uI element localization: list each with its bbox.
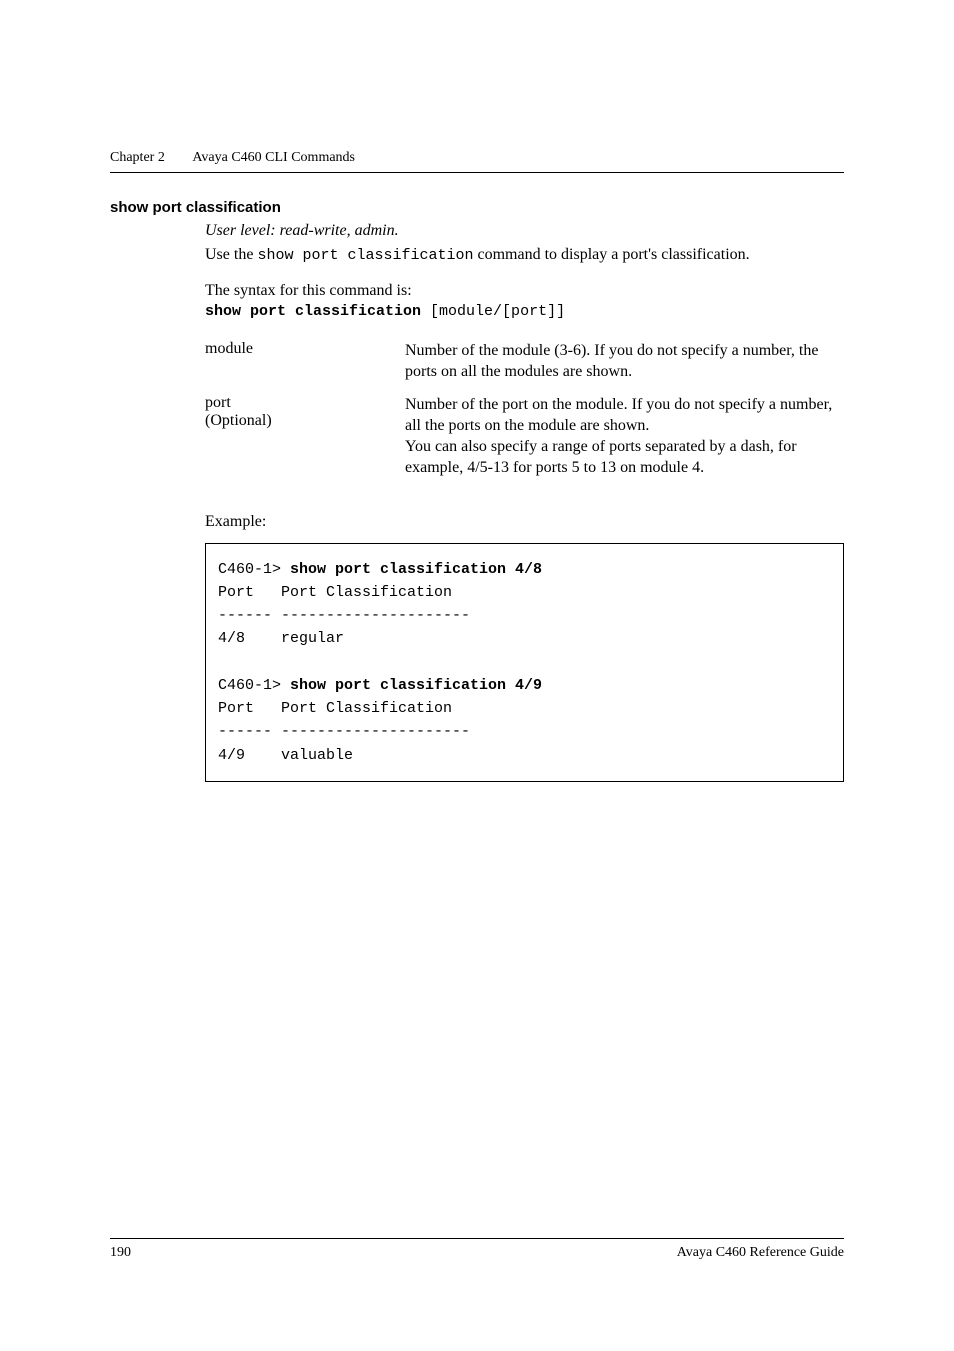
table-row: module Number of the module (3-6). If yo… (205, 340, 844, 394)
syntax-bold: show port classification (205, 303, 421, 320)
intro-paragraph: Use the show port classification command… (205, 244, 844, 266)
page-header: Chapter 2 Avaya C460 CLI Commands (110, 150, 844, 173)
param-desc-cell: Number of the module (3-6). If you do no… (405, 340, 844, 394)
user-level: User level: read-write, admin. (205, 222, 844, 240)
syntax-rest: [module/[port]] (421, 303, 565, 320)
command: show port classification 4/9 (290, 677, 542, 694)
chapter-number: Chapter 2 (110, 150, 165, 165)
syntax-label: The syntax for this command is: (205, 280, 844, 301)
param-name: port (205, 394, 231, 411)
example-label: Example: (205, 513, 844, 531)
table-row: port (Optional) Number of the port on th… (205, 394, 844, 490)
intro-prefix: Use the (205, 246, 257, 263)
command: show port classification 4/8 (290, 561, 542, 578)
param-desc: Number of the port on the module. If you… (405, 396, 832, 434)
param-desc-cell: Number of the port on the module. If you… (405, 394, 844, 490)
param-desc: Number of the module (3-6). If you do no… (405, 342, 818, 380)
syntax-line: show port classification [module/[port]] (205, 303, 844, 320)
param-desc-extra: You can also specify a range of ports se… (405, 438, 797, 476)
section-heading: show port classification (110, 199, 844, 216)
param-name-cell: port (Optional) (205, 394, 405, 490)
footer-title: Avaya C460 Reference Guide (677, 1245, 844, 1261)
prompt: C460-1> (218, 561, 290, 578)
page-number: 190 (110, 1245, 131, 1261)
parameter-table: module Number of the module (3-6). If yo… (205, 340, 844, 491)
intro-code: show port classification (257, 247, 473, 264)
output: Port Port Classification ------ --------… (218, 700, 470, 764)
param-name-cell: module (205, 340, 405, 394)
chapter-title: Avaya C460 CLI Commands (192, 150, 355, 165)
param-optional: (Optional) (205, 412, 272, 429)
code-example-box: C460-1> show port classification 4/8 Por… (205, 543, 844, 782)
output: Port Port Classification ------ --------… (218, 584, 470, 648)
page-footer: 190 Avaya C460 Reference Guide (110, 1238, 844, 1261)
prompt: C460-1> (218, 677, 290, 694)
intro-suffix: command to display a port's classificati… (473, 246, 749, 263)
param-name: module (205, 340, 253, 357)
